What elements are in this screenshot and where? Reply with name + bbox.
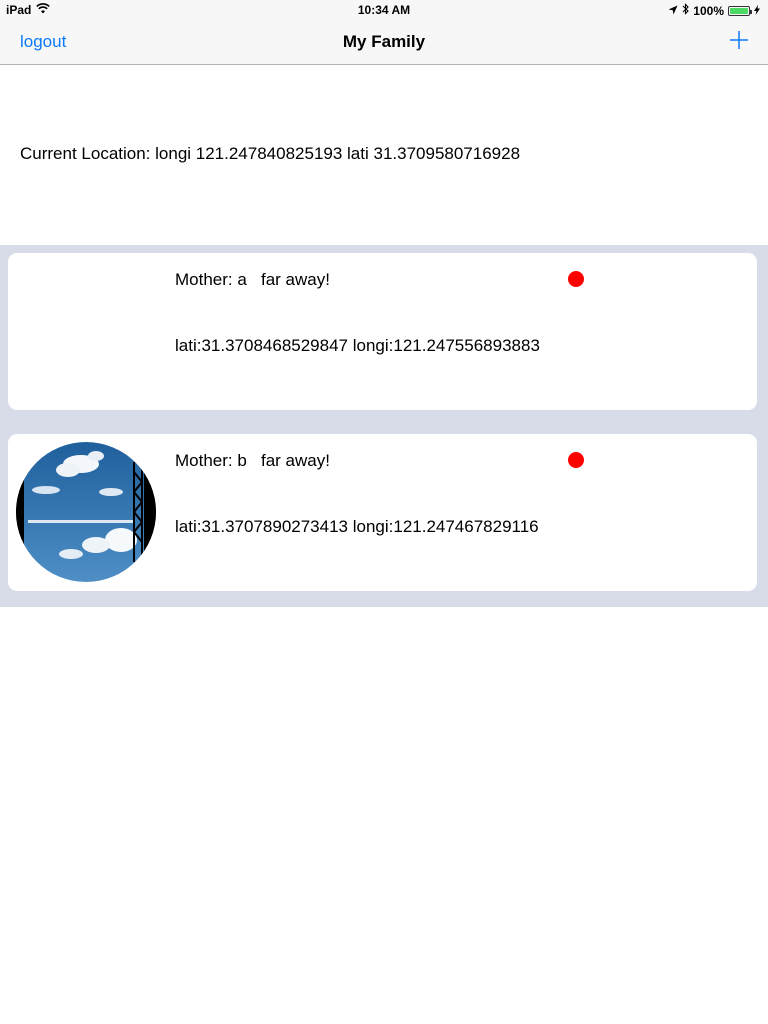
member-name: Mother: a far away! bbox=[175, 270, 330, 289]
plus-icon bbox=[730, 31, 748, 49]
member-coordinates: lati:31.3708468529847 longi:121.24755689… bbox=[175, 336, 540, 355]
battery-icon bbox=[728, 5, 752, 16]
list-item[interactable]: Mother: b far away! lati:31.370789027341… bbox=[8, 434, 757, 591]
status-right: 100% bbox=[668, 3, 760, 18]
avatar bbox=[16, 442, 156, 582]
status-dot bbox=[568, 271, 584, 287]
battery-percent: 100% bbox=[693, 3, 724, 18]
add-button[interactable] bbox=[728, 29, 750, 51]
family-list: Mother: a far away! lati:31.370846852984… bbox=[0, 245, 768, 607]
page-title: My Family bbox=[342, 32, 426, 51]
member-name: Mother: b far away! bbox=[175, 451, 330, 470]
status-bar: iPad 10:34 AM 100% bbox=[0, 0, 768, 20]
bluetooth-icon bbox=[682, 3, 690, 18]
list-item[interactable]: Mother: a far away! lati:31.370846852984… bbox=[8, 253, 757, 410]
status-time: 10:34 AM bbox=[357, 3, 411, 17]
status-dot bbox=[568, 452, 584, 468]
charging-icon bbox=[754, 4, 760, 18]
member-coordinates: lati:31.3707890273413 longi:121.24746782… bbox=[175, 517, 539, 536]
current-location-label: Current Location: longi 121.247840825193… bbox=[20, 144, 521, 163]
nav-bar: logout My Family bbox=[0, 20, 768, 65]
location-arrow-icon bbox=[668, 4, 678, 18]
